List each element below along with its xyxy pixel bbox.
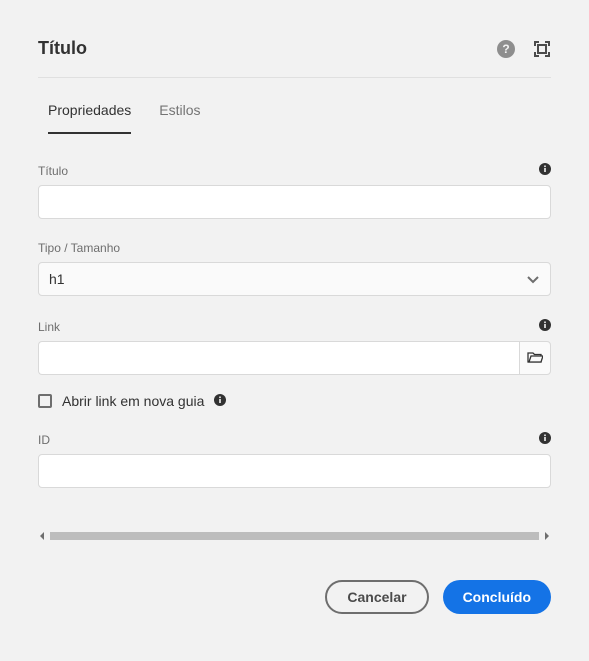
field-link: Link	[38, 318, 551, 375]
help-icon[interactable]: ?	[497, 40, 515, 58]
type-select[interactable]: h1	[38, 262, 551, 296]
tab-styles[interactable]: Estilos	[159, 102, 200, 134]
info-icon[interactable]	[539, 431, 551, 447]
info-icon[interactable]	[539, 318, 551, 334]
dialog-title: Título	[38, 38, 87, 59]
tab-properties[interactable]: Propriedades	[48, 102, 131, 134]
dialog-footer: Cancelar Concluído	[38, 542, 551, 614]
info-icon[interactable]	[539, 162, 551, 178]
form: Título Tipo / Tamanho h1 Li	[38, 134, 551, 542]
title-input[interactable]	[38, 185, 551, 219]
info-icon[interactable]	[214, 393, 226, 409]
field-id: ID	[38, 431, 551, 488]
horizontal-scrollbar[interactable]	[38, 530, 551, 542]
path-picker-button[interactable]	[519, 341, 551, 375]
fullscreen-icon[interactable]	[533, 40, 551, 58]
scroll-right-icon[interactable]	[543, 532, 551, 540]
type-label: Tipo / Tamanho	[38, 241, 120, 255]
cancel-button[interactable]: Cancelar	[325, 580, 428, 614]
field-newtab: Abrir link em nova guia	[38, 393, 551, 409]
field-type: Tipo / Tamanho h1	[38, 241, 551, 296]
dialog: Título ? Propriedades Estilos Título	[0, 0, 589, 614]
type-value: h1	[49, 271, 65, 287]
title-label: Título	[38, 164, 68, 178]
id-input[interactable]	[38, 454, 551, 488]
folder-open-icon	[527, 350, 543, 367]
id-label: ID	[38, 433, 50, 447]
scroll-track[interactable]	[50, 532, 539, 540]
tabs: Propriedades Estilos	[38, 78, 551, 134]
field-title: Título	[38, 162, 551, 219]
link-input[interactable]	[38, 341, 519, 375]
header-actions: ?	[497, 40, 551, 58]
dialog-header: Título ?	[38, 0, 551, 78]
link-label: Link	[38, 320, 60, 334]
done-button[interactable]: Concluído	[443, 580, 551, 614]
newtab-checkbox[interactable]	[38, 394, 52, 408]
newtab-label: Abrir link em nova guia	[62, 393, 204, 409]
scroll-left-icon[interactable]	[38, 532, 46, 540]
svg-text:?: ?	[502, 42, 509, 56]
